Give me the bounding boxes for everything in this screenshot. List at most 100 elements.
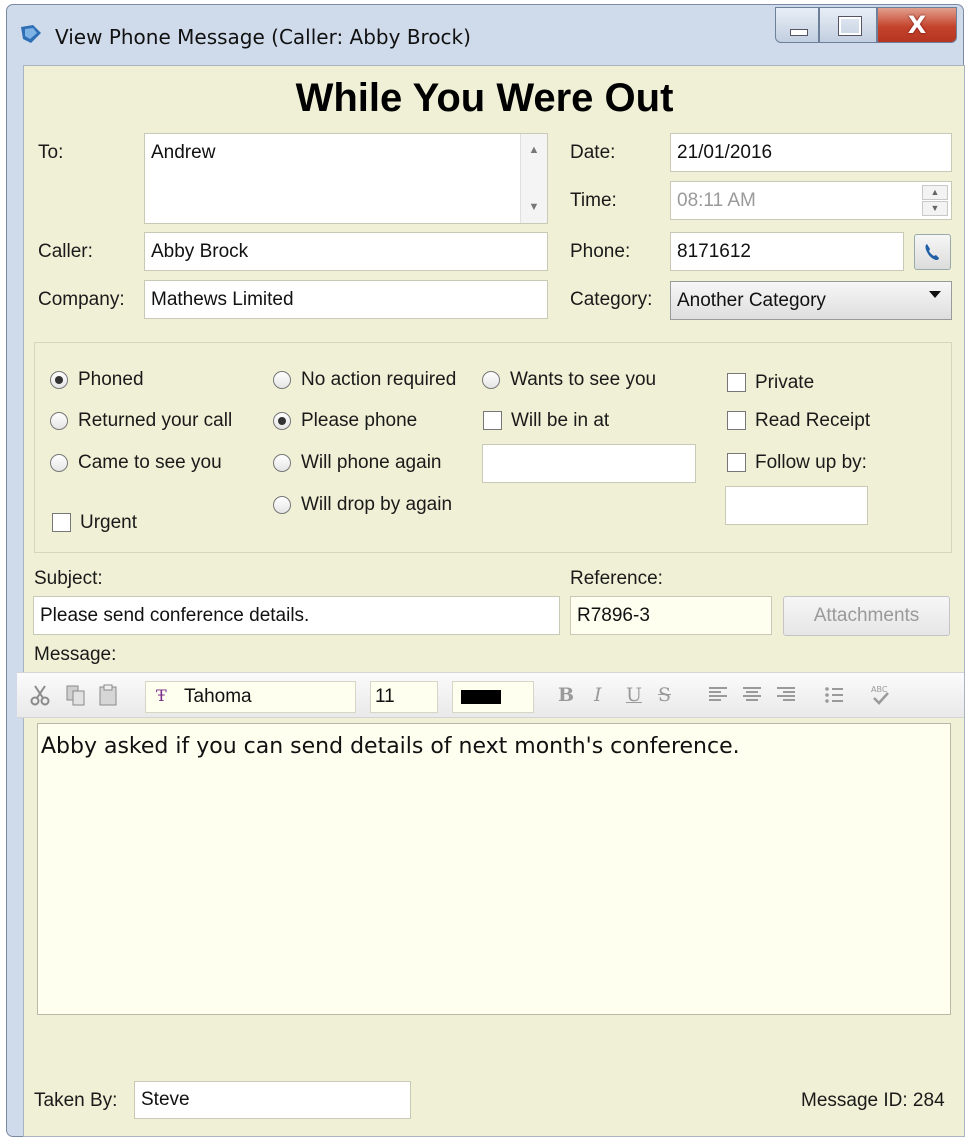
read-receipt-label: Read Receipt bbox=[755, 410, 871, 431]
taken-by-label: Taken By: bbox=[34, 1090, 118, 1111]
date-label: Date: bbox=[570, 142, 616, 163]
returned-call-radio[interactable] bbox=[50, 412, 68, 430]
phone-label: Phone: bbox=[570, 241, 631, 262]
maximize-icon bbox=[839, 17, 861, 35]
time-field[interactable]: 08:11 AM ▲ ▼ bbox=[670, 181, 952, 220]
align-left-icon[interactable] bbox=[707, 683, 729, 707]
cut-icon[interactable] bbox=[29, 683, 51, 707]
company-value: Mathews Limited bbox=[151, 289, 294, 310]
phone-value: 8171612 bbox=[677, 241, 751, 262]
category-value: Another Category bbox=[677, 290, 826, 311]
to-field[interactable]: Andrew ▲ ▼ bbox=[144, 133, 548, 224]
time-value: 08:11 AM bbox=[677, 190, 756, 211]
font-name-select[interactable]: Ŧ Tahoma bbox=[145, 681, 356, 713]
reference-value: R7896-3 bbox=[577, 605, 650, 626]
please-phone-radio[interactable] bbox=[273, 412, 291, 430]
page-title: While You Were Out bbox=[295, 76, 674, 120]
copy-icon[interactable] bbox=[65, 683, 87, 707]
will-drop-by-label: Will drop by again bbox=[301, 494, 453, 515]
will-be-in-field[interactable] bbox=[482, 444, 696, 483]
maximize-button[interactable] bbox=[819, 7, 877, 43]
returned-call-label: Returned your call bbox=[78, 410, 233, 431]
close-button[interactable]: X bbox=[877, 7, 957, 43]
paste-icon[interactable] bbox=[97, 683, 119, 707]
reference-label: Reference: bbox=[570, 568, 663, 589]
bullet-list-icon[interactable] bbox=[823, 683, 845, 707]
time-label: Time: bbox=[570, 190, 617, 211]
font-color-select[interactable] bbox=[452, 681, 534, 713]
company-label: Company: bbox=[38, 289, 125, 310]
spellcheck-icon[interactable]: ABC bbox=[869, 683, 891, 707]
font-size-select[interactable]: 11 bbox=[370, 681, 438, 713]
taken-by-field[interactable]: Steve bbox=[134, 1081, 411, 1119]
follow-up-date-field[interactable] bbox=[725, 486, 868, 525]
phoned-label: Phoned bbox=[78, 369, 144, 390]
came-to-see-label: Came to see you bbox=[78, 452, 222, 473]
caller-field[interactable]: Abby Brock bbox=[144, 232, 548, 271]
phone-field[interactable]: 8171612 bbox=[670, 232, 904, 271]
attachments-button[interactable]: Attachments bbox=[783, 596, 950, 636]
time-up-icon[interactable]: ▲ bbox=[922, 185, 948, 200]
time-down-icon[interactable]: ▼ bbox=[922, 201, 948, 216]
message-editor[interactable]: Abby asked if you can send details of ne… bbox=[37, 723, 951, 1015]
minimize-icon bbox=[790, 29, 808, 36]
align-right-icon[interactable] bbox=[775, 683, 797, 707]
caller-label: Caller: bbox=[38, 241, 93, 262]
to-scrollbar[interactable]: ▲ ▼ bbox=[520, 134, 547, 223]
message-label: Message: bbox=[34, 644, 117, 665]
minimize-button[interactable] bbox=[775, 7, 819, 43]
scroll-down-icon[interactable]: ▼ bbox=[521, 201, 547, 213]
editor-toolbar: Ŧ Tahoma 11 B I U S ABC bbox=[17, 672, 964, 718]
follow-up-label: Follow up by: bbox=[755, 452, 867, 473]
dial-button[interactable] bbox=[914, 234, 951, 270]
private-checkbox[interactable] bbox=[727, 373, 746, 392]
company-field[interactable]: Mathews Limited bbox=[144, 280, 548, 319]
will-be-in-checkbox[interactable] bbox=[483, 411, 502, 430]
subject-label: Subject: bbox=[34, 568, 103, 589]
bold-button[interactable]: B bbox=[558, 684, 574, 706]
close-icon: X bbox=[907, 11, 927, 39]
wants-to-see-label: Wants to see you bbox=[510, 369, 657, 390]
app-icon bbox=[21, 25, 41, 43]
scroll-up-icon[interactable]: ▲ bbox=[521, 144, 547, 156]
please-phone-label: Please phone bbox=[301, 410, 418, 431]
phone-icon bbox=[925, 244, 939, 260]
will-phone-again-label: Will phone again bbox=[301, 452, 442, 473]
category-select[interactable]: Another Category bbox=[670, 281, 952, 320]
no-action-radio[interactable] bbox=[273, 371, 291, 389]
will-be-in-label: Will be in at bbox=[511, 410, 610, 431]
came-to-see-radio[interactable] bbox=[50, 454, 68, 472]
font-name-value: Tahoma bbox=[184, 686, 252, 707]
chevron-down-icon bbox=[929, 291, 941, 298]
subject-field[interactable]: Please send conference details. bbox=[33, 596, 560, 635]
wants-to-see-radio[interactable] bbox=[482, 371, 500, 389]
font-type-icon: Ŧ bbox=[156, 686, 167, 705]
strikethrough-button[interactable]: S bbox=[658, 684, 671, 706]
taken-by-value: Steve bbox=[141, 1089, 190, 1110]
date-field[interactable]: 21/01/2016 bbox=[670, 133, 952, 172]
read-receipt-checkbox[interactable] bbox=[727, 411, 746, 430]
will-phone-again-radio[interactable] bbox=[273, 454, 291, 472]
urgent-checkbox[interactable] bbox=[52, 513, 71, 532]
window-title: View Phone Message (Caller: Abby Brock) bbox=[55, 25, 471, 49]
underline-button[interactable]: U bbox=[626, 684, 642, 706]
no-action-label: No action required bbox=[301, 369, 457, 390]
category-label: Category: bbox=[570, 289, 653, 310]
will-drop-by-radio[interactable] bbox=[273, 496, 291, 514]
private-label: Private bbox=[755, 372, 815, 393]
align-center-icon[interactable] bbox=[741, 683, 763, 707]
message-id: Message ID: 284 bbox=[801, 1090, 945, 1111]
caller-value: Abby Brock bbox=[151, 241, 249, 262]
italic-button[interactable]: I bbox=[594, 684, 602, 706]
to-label: To: bbox=[38, 142, 64, 163]
font-size-value: 11 bbox=[375, 686, 395, 707]
to-value: Andrew bbox=[151, 142, 216, 163]
svg-text:ABC: ABC bbox=[871, 685, 888, 694]
phoned-radio[interactable] bbox=[50, 371, 68, 389]
message-text: Abby asked if you can send details of ne… bbox=[41, 734, 740, 759]
urgent-label: Urgent bbox=[80, 512, 138, 533]
follow-up-checkbox[interactable] bbox=[727, 453, 746, 472]
date-value: 21/01/2016 bbox=[677, 142, 773, 163]
reference-field[interactable]: R7896-3 bbox=[570, 596, 772, 635]
font-color-swatch bbox=[461, 690, 501, 704]
